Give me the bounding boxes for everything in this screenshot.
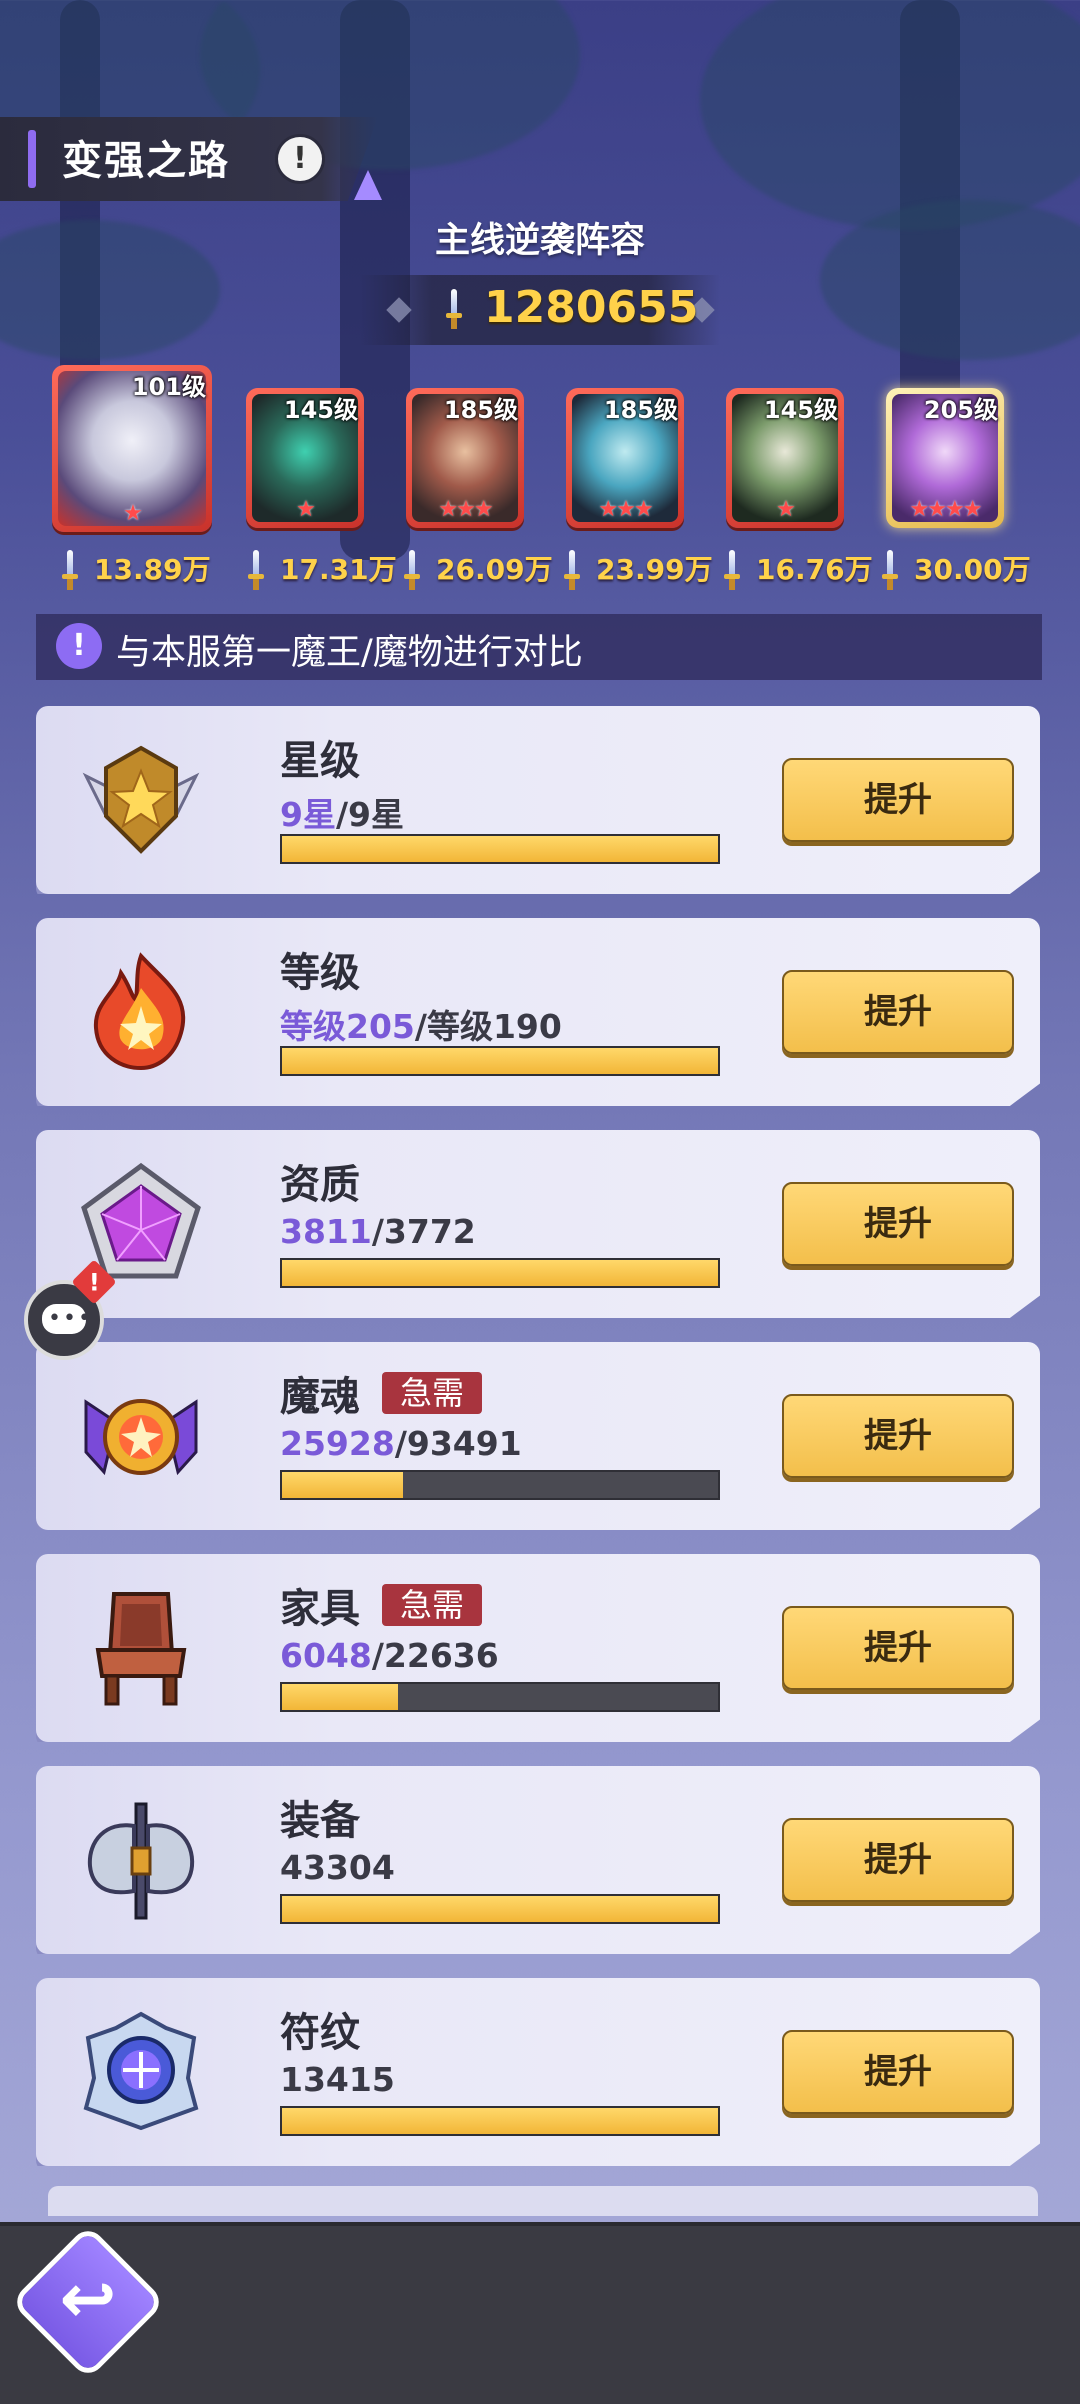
stat-progress-text: 43304 <box>280 1848 395 1887</box>
page-title: 变强之路 <box>62 138 230 184</box>
upgrade-button[interactable]: 提升 <box>782 970 1014 1054</box>
hero-card-6[interactable]: 205级 ★★★★ <box>886 388 1004 528</box>
hero-card-5[interactable]: 145级 ★ <box>726 388 844 528</box>
power-sword-icon <box>62 550 78 590</box>
stat-name: 装备 <box>280 1798 360 1844</box>
power-sword-icon <box>882 550 898 590</box>
stat-card-level: 等级 等级205/等级190 提升 <box>36 918 1040 1106</box>
stat-progress-text: 25928/93491 <box>280 1424 522 1463</box>
hero-power: 23.99万 <box>596 553 713 586</box>
stat-progress-bar <box>280 1682 720 1712</box>
axe-equipment-icon <box>87 1802 195 1920</box>
stat-progress-bar <box>280 2106 720 2136</box>
hero-level: 185级 <box>603 396 678 424</box>
power-sword-icon <box>724 550 740 590</box>
upgrade-button[interactable]: 提升 <box>782 1182 1014 1266</box>
hero-power: 13.89万 <box>94 553 211 586</box>
hero-card-4[interactable]: 185级 ★★★ <box>566 388 684 528</box>
compare-alert-icon: ! <box>56 623 102 669</box>
hero-power: 17.31万 <box>280 553 397 586</box>
urgent-badge: 急需 <box>382 1584 483 1626</box>
hero-level: 101级 <box>131 373 206 401</box>
stat-card-star: 星级 9星/9星 提升 <box>36 706 1040 894</box>
stat-name: 资质 <box>280 1162 360 1208</box>
stat-progress-text: 6048/22636 <box>280 1636 499 1675</box>
flame-level-icon <box>93 952 186 1071</box>
star-rank-emblem-icon <box>82 745 200 854</box>
hero-card-3[interactable]: 185级 ★★★ <box>406 388 524 528</box>
stat-name: 星级 <box>280 738 360 784</box>
stat-name: 魔魂 <box>280 1374 360 1420</box>
stat-name: 家具 <box>280 1586 360 1632</box>
power-sword-icon <box>564 550 580 590</box>
bottom-bar <box>0 2222 1080 2404</box>
hero-level: 145级 <box>283 396 358 424</box>
upgrade-button[interactable]: 提升 <box>782 1606 1014 1690</box>
stat-progress-bar <box>280 1470 720 1500</box>
hero-card-2[interactable]: 145级 ★ <box>246 388 364 528</box>
hero-stars: ★ <box>296 497 316 522</box>
hero-stars: ★ <box>123 501 143 526</box>
stat-progress-text: 等级205/等级190 <box>280 1007 562 1046</box>
stat-name: 符纹 <box>280 2010 360 2056</box>
stat-progress-text: 13415 <box>280 2060 395 2099</box>
hero-stars: ★ <box>776 497 796 522</box>
total-power-value: 1280655 <box>484 282 699 333</box>
stat-card-furniture: 家具 急需 6048/22636 提升 <box>36 1554 1040 1742</box>
hero-level: 145级 <box>763 396 838 424</box>
compare-text: 与本服第一魔王/魔物进行对比 <box>116 633 583 673</box>
next-card-peek <box>48 2186 1038 2216</box>
stat-progress-bar <box>280 834 720 864</box>
title-accent-bar <box>28 130 36 188</box>
urgent-badge: 急需 <box>382 1372 483 1414</box>
hero-stars: ★★★ <box>598 497 653 522</box>
hero-power: 26.09万 <box>436 553 553 586</box>
stat-card-rune: 符纹 13415 提升 <box>36 1978 1040 2166</box>
stat-card-soul: 魔魂 急需 25928/93491 提升 <box>36 1342 1040 1530</box>
stat-name: 等级 <box>280 950 360 996</box>
rune-emblem-icon <box>83 2011 199 2131</box>
upgrade-button[interactable]: 提升 <box>782 758 1014 842</box>
stat-progress-bar <box>280 1046 720 1076</box>
stat-card-aptitude: 资质 3811/3772 提升 <box>36 1130 1040 1318</box>
upgrade-button[interactable]: 提升 <box>782 1818 1014 1902</box>
demon-soul-icon <box>84 1399 198 1476</box>
back-arrow-icon: ↩ <box>59 2260 117 2339</box>
hero-stars: ★★★★ <box>909 497 983 522</box>
info-icon[interactable]: ! <box>278 137 322 181</box>
power-sword-icon <box>248 550 264 590</box>
hero-stars: ★★★ <box>438 497 493 522</box>
lineup-label: 主线逆袭阵容 <box>434 221 645 261</box>
hero-card-1[interactable]: 101级 ★ <box>52 365 212 532</box>
hero-power: 30.00万 <box>914 553 1031 586</box>
stat-card-equipment: 装备 43304 提升 <box>36 1766 1040 1954</box>
stat-progress-bar <box>280 1258 720 1288</box>
throne-furniture-icon <box>95 1592 187 1706</box>
stat-progress-bar <box>280 1894 720 1924</box>
power-sword-icon <box>404 550 420 590</box>
stat-progress-text: 3811/3772 <box>280 1212 476 1251</box>
triangle-marker-icon <box>354 170 382 200</box>
hero-level: 205级 <box>923 396 998 424</box>
hero-power: 16.76万 <box>756 553 873 586</box>
hero-level: 185级 <box>443 396 518 424</box>
stat-progress-text: 9星/9星 <box>280 795 404 834</box>
upgrade-button[interactable]: 提升 <box>782 1394 1014 1478</box>
power-sword-icon <box>446 289 462 329</box>
upgrade-button[interactable]: 提升 <box>782 2030 1014 2114</box>
